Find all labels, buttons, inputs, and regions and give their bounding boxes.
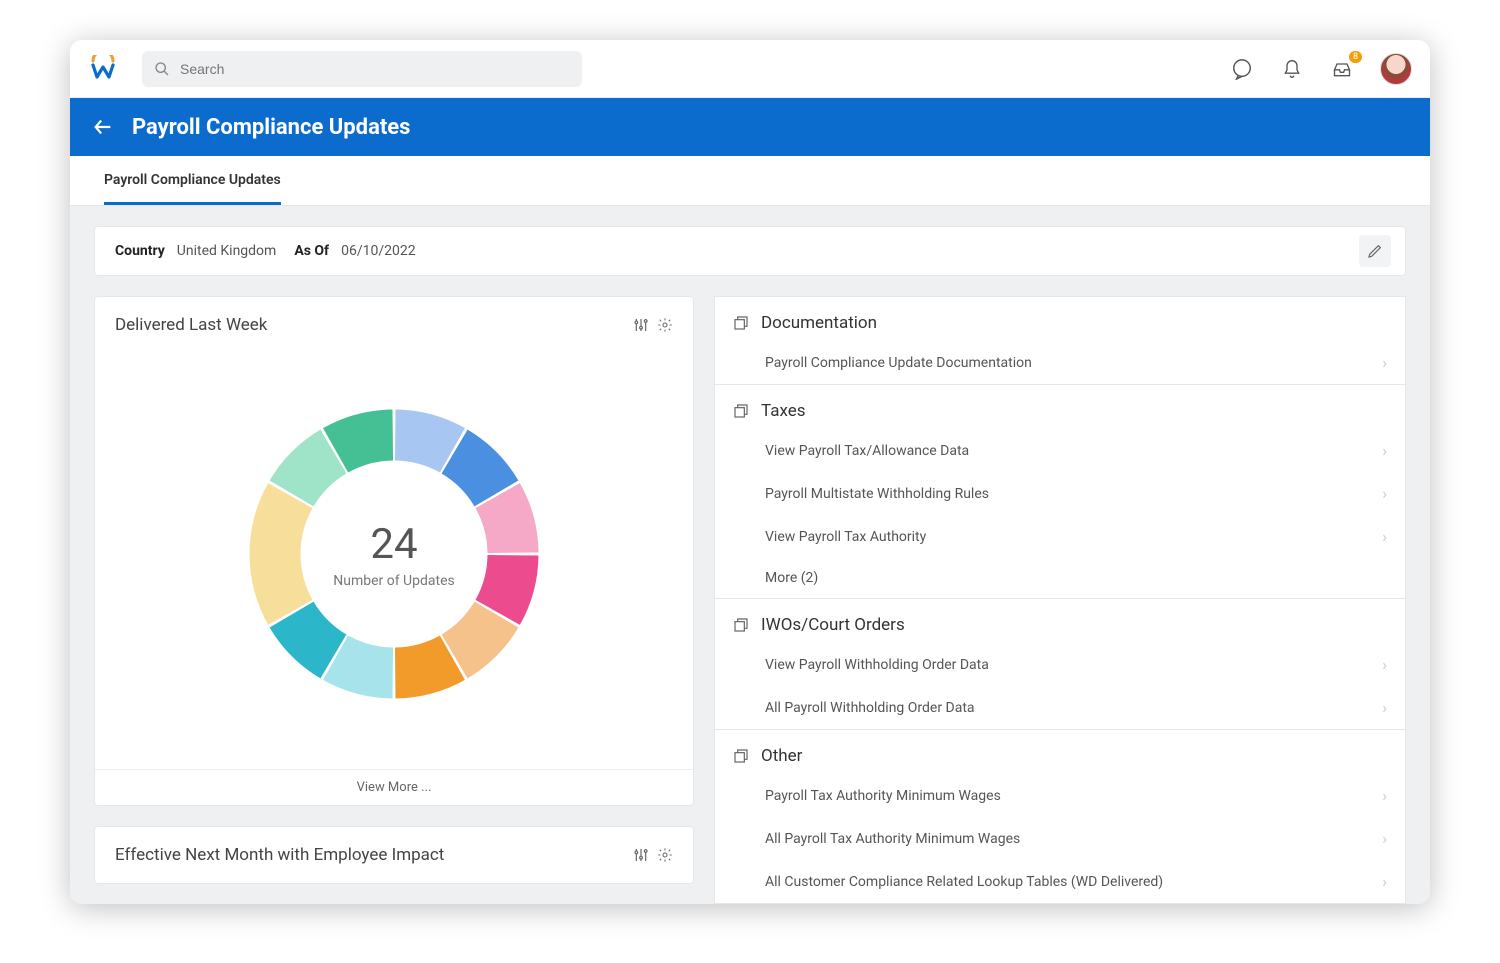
delivered-title: Delivered Last Week bbox=[115, 315, 267, 335]
link-row[interactable]: Payroll Compliance Update Documentation › bbox=[715, 341, 1405, 384]
panel-title: Taxes bbox=[761, 401, 806, 421]
search-box[interactable] bbox=[142, 51, 582, 87]
chevron-right-icon: › bbox=[1382, 353, 1387, 372]
donut-chart: 24 Number of Updates bbox=[95, 339, 693, 769]
link-row[interactable]: All Customer Compliance Related Lookup T… bbox=[715, 860, 1405, 903]
link-row[interactable]: All Payroll Withholding Order Data › bbox=[715, 686, 1405, 729]
link-label: View Payroll Tax Authority bbox=[765, 529, 926, 545]
chevron-right-icon: › bbox=[1382, 655, 1387, 674]
inbox-badge: 8 bbox=[1349, 51, 1362, 63]
link-label: All Payroll Withholding Order Data bbox=[765, 700, 975, 716]
panel-title: IWOs/Court Orders bbox=[761, 615, 905, 635]
chevron-right-icon: › bbox=[1382, 872, 1387, 891]
link-row[interactable]: All Payroll Tax Authority Minimum Wages › bbox=[715, 817, 1405, 860]
stack-icon bbox=[733, 315, 749, 331]
link-row[interactable]: View Payroll Withholding Order Data › bbox=[715, 643, 1405, 686]
link-label: More (2) bbox=[765, 570, 818, 586]
effective-card: Effective Next Month with Employee Impac… bbox=[94, 826, 694, 884]
asof-value: 06/10/2022 bbox=[341, 243, 416, 259]
content-area: Country United Kingdom As Of 06/10/2022 … bbox=[70, 206, 1430, 904]
link-label: Payroll Compliance Update Documentation bbox=[765, 355, 1032, 371]
chevron-right-icon: › bbox=[1382, 441, 1387, 460]
panel-title: Documentation bbox=[761, 313, 877, 333]
effective-title: Effective Next Month with Employee Impac… bbox=[115, 845, 444, 865]
search-icon bbox=[154, 61, 170, 77]
donut-center-value: 24 bbox=[333, 520, 455, 569]
panel-head-taxes: Taxes bbox=[715, 385, 1405, 429]
link-label: Payroll Multistate Withholding Rules bbox=[765, 486, 989, 502]
panel-documentation: Documentation Payroll Compliance Update D… bbox=[714, 296, 1406, 385]
panel-other: Other Payroll Tax Authority Minimum Wages… bbox=[714, 730, 1406, 904]
sliders-icon[interactable] bbox=[633, 847, 649, 863]
right-column: Documentation Payroll Compliance Update D… bbox=[714, 296, 1406, 904]
back-arrow-icon[interactable] bbox=[92, 116, 114, 138]
link-label: View Payroll Withholding Order Data bbox=[765, 657, 989, 673]
asof-label: As Of bbox=[294, 243, 329, 259]
link-label: Payroll Tax Authority Minimum Wages bbox=[765, 788, 1001, 804]
avatar[interactable] bbox=[1380, 53, 1412, 85]
tabs-row: Payroll Compliance Updates bbox=[70, 156, 1430, 206]
filter-bar: Country United Kingdom As Of 06/10/2022 bbox=[94, 226, 1406, 276]
pencil-icon bbox=[1367, 243, 1383, 259]
panel-iwo: IWOs/Court Orders View Payroll Withholdin… bbox=[714, 599, 1406, 730]
chevron-right-icon: › bbox=[1382, 829, 1387, 848]
app-window: 8 Payroll Compliance Updates Payroll Com… bbox=[70, 40, 1430, 904]
link-row[interactable]: Payroll Multistate Withholding Rules › bbox=[715, 472, 1405, 515]
panel-head-documentation: Documentation bbox=[715, 297, 1405, 341]
link-row[interactable]: View Payroll Tax Authority › bbox=[715, 515, 1405, 558]
country-label: Country bbox=[115, 243, 165, 259]
donut-slice[interactable] bbox=[250, 483, 313, 625]
page-header: Payroll Compliance Updates bbox=[70, 98, 1430, 156]
link-row[interactable]: View Payroll Tax/Allowance Data › bbox=[715, 429, 1405, 472]
country-value: United Kingdom bbox=[177, 243, 277, 259]
link-label: View Payroll Tax/Allowance Data bbox=[765, 443, 969, 459]
chevron-right-icon: › bbox=[1382, 698, 1387, 717]
panel-taxes: TaxesView Payroll Tax/Allowance Data›Pay… bbox=[714, 385, 1406, 599]
gear-icon[interactable] bbox=[657, 847, 673, 863]
panel-title: Other bbox=[761, 746, 802, 766]
panel-head-iwo: IWOs/Court Orders bbox=[715, 599, 1405, 643]
chevron-right-icon: › bbox=[1382, 527, 1387, 546]
stack-icon bbox=[733, 617, 749, 633]
edit-filter-button[interactable] bbox=[1359, 235, 1391, 267]
link-label: All Payroll Tax Authority Minimum Wages bbox=[765, 831, 1020, 847]
view-more-link[interactable]: View More ... bbox=[95, 769, 693, 805]
chat-icon[interactable] bbox=[1230, 57, 1254, 81]
inbox-icon[interactable]: 8 bbox=[1330, 57, 1354, 81]
link-row[interactable]: More (2) bbox=[715, 558, 1405, 598]
page-title: Payroll Compliance Updates bbox=[132, 115, 410, 140]
stack-icon bbox=[733, 403, 749, 419]
panel-head-other: Other bbox=[715, 730, 1405, 774]
chevron-right-icon: › bbox=[1382, 786, 1387, 805]
top-icon-group: 8 bbox=[1230, 53, 1412, 85]
delivered-card: Delivered Last Week bbox=[94, 296, 694, 806]
sliders-icon[interactable] bbox=[633, 317, 649, 333]
chevron-right-icon: › bbox=[1382, 484, 1387, 503]
tab-primary[interactable]: Payroll Compliance Updates bbox=[104, 156, 281, 205]
stack-icon bbox=[733, 748, 749, 764]
donut-center-label: Number of Updates bbox=[333, 573, 455, 589]
topbar: 8 bbox=[70, 40, 1430, 98]
link-label: All Customer Compliance Related Lookup T… bbox=[765, 874, 1163, 890]
search-input[interactable] bbox=[180, 61, 570, 77]
app-logo[interactable] bbox=[88, 54, 118, 84]
link-row[interactable]: Payroll Tax Authority Minimum Wages › bbox=[715, 774, 1405, 817]
bell-icon[interactable] bbox=[1280, 57, 1304, 81]
gear-icon[interactable] bbox=[657, 317, 673, 333]
